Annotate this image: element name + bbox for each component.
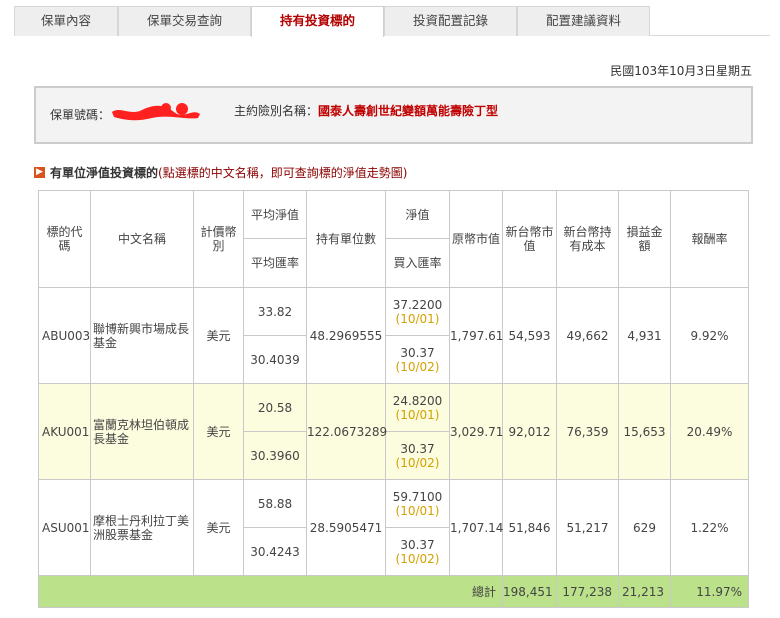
orig-value: 1,797.61	[449, 287, 503, 384]
avg-nav: 58.88	[243, 479, 307, 528]
fx-date: (10/02)	[395, 551, 440, 566]
avg-nav: 20.58	[243, 383, 307, 432]
buy-fx-cell: 30.37 (10/02)	[385, 527, 450, 576]
buy-fx-cell: 30.37 (10/02)	[385, 335, 450, 384]
table-row: ABU003 聯博新興市場成長基金 美元 33.82 48.2969555 37…	[38, 287, 749, 384]
nav-cell: 59.7100 (10/01)	[385, 479, 450, 528]
total-twd-cost: 177,238	[556, 575, 619, 608]
header-orig-value: 原幣市值	[449, 190, 503, 288]
current-date: 民國103年10月3日星期五	[610, 64, 752, 78]
fund-name-link[interactable]: 摩根士丹利拉丁美洲股票基金	[90, 479, 194, 576]
orig-value: 3,029.71	[449, 383, 503, 480]
buy-fx: 30.37	[400, 345, 435, 360]
buy-fx-cell: 30.37 (10/02)	[385, 431, 450, 480]
fund-code: ABU003	[38, 287, 91, 384]
avg-fx: 30.4039	[243, 335, 307, 384]
total-label: 總計	[38, 575, 503, 608]
contract-type-label: 主約險別名稱：	[234, 104, 319, 118]
section-title: ▶ 有單位淨值投資標的 (點選標的中文名稱，即可查詢標的淨值走勢圖)	[34, 164, 407, 181]
avg-fx: 30.3960	[243, 431, 307, 480]
holdings-table: 標的代碼 中文名稱 計價幣別 平均淨值 持有單位數 淨值 原幣市值 新台幣市值 …	[38, 190, 749, 608]
roi: 1.22%	[670, 479, 749, 576]
header-avg-nav: 平均淨值	[243, 190, 307, 239]
section-title-hint: (點選標的中文名稱，即可查詢標的淨值走勢圖)	[158, 166, 408, 180]
nav-cell: 37.2200 (10/01)	[385, 287, 450, 336]
fund-currency: 美元	[193, 479, 244, 576]
header-pl: 損益金額	[618, 190, 671, 288]
fund-currency: 美元	[193, 287, 244, 384]
avg-fx: 30.4243	[243, 527, 307, 576]
header-name: 中文名稱	[90, 190, 194, 288]
header-twd-cost: 新台幣持有成本	[556, 190, 619, 288]
buy-fx: 30.37	[400, 537, 435, 552]
header-avg-fx: 平均匯率	[243, 238, 307, 288]
buy-fx: 30.37	[400, 441, 435, 456]
fx-date: (10/02)	[395, 359, 440, 374]
contract-type-name: 國泰人壽創世紀變額萬能壽險丁型	[318, 104, 499, 118]
roi: 9.92%	[670, 287, 749, 384]
tab-policy-transactions[interactable]: 保單交易查詢	[118, 6, 251, 36]
policy-info-box: 保單號碼： 主約險別名稱：國泰人壽創世紀變額萬能壽險丁型	[34, 86, 753, 144]
orig-value: 1,707.14	[449, 479, 503, 576]
units: 28.5905471	[306, 479, 386, 576]
tab-allocation-records[interactable]: 投資配置記錄	[384, 6, 517, 36]
twd-cost: 76,359	[556, 383, 619, 480]
table-header-row: 標的代碼 中文名稱 計價幣別 平均淨值 持有單位數 淨值 原幣市值 新台幣市值 …	[38, 190, 749, 288]
roi: 20.49%	[670, 383, 749, 480]
twd-cost: 49,662	[556, 287, 619, 384]
nav: 59.7100	[392, 489, 443, 504]
redaction-mark	[112, 103, 200, 121]
fund-name-link[interactable]: 富蘭克林坦伯頓成長基金	[90, 383, 194, 480]
policy-number-label: 保單號碼：	[50, 108, 111, 122]
profit-loss: 4,931	[618, 287, 671, 384]
header-currency: 計價幣別	[193, 190, 244, 288]
fund-code: ASU001	[38, 479, 91, 576]
nav: 37.2200	[392, 297, 443, 312]
profit-loss: 629	[618, 479, 671, 576]
nav-cell: 24.8200 (10/01)	[385, 383, 450, 432]
fund-name-link[interactable]: 聯博新興市場成長基金	[90, 287, 194, 384]
header-roi: 報酬率	[670, 190, 749, 288]
units: 48.2969555	[306, 287, 386, 384]
total-row: 總計 198,451 177,238 21,213 11.97%	[38, 575, 749, 608]
twd-value: 51,846	[502, 479, 557, 576]
total-roi: 11.97%	[670, 575, 749, 608]
nav: 24.8200	[392, 393, 443, 408]
nav-date: (10/01)	[395, 311, 440, 326]
header-units: 持有單位數	[306, 190, 386, 288]
nav-date: (10/01)	[395, 503, 440, 518]
contract-type-field: 主約險別名稱：國泰人壽創世紀變額萬能壽險丁型	[234, 102, 498, 119]
total-twd-value: 198,451	[502, 575, 557, 608]
header-code: 標的代碼	[38, 190, 91, 288]
tab-bar: 保單內容 保單交易查詢 持有投資標的 投資配置記錄 配置建議資料	[14, 6, 770, 37]
tab-policy-content[interactable]: 保單內容	[14, 6, 118, 36]
fund-code: AKU001	[38, 383, 91, 480]
header-nav: 淨值	[385, 190, 450, 239]
avg-nav: 33.82	[243, 287, 307, 336]
section-title-text: 有單位淨值投資標的	[50, 166, 159, 180]
tab-holdings[interactable]: 持有投資標的	[251, 6, 384, 37]
nav-date: (10/01)	[395, 407, 440, 422]
units: 122.0673289	[306, 383, 387, 480]
table-row: AKU001 富蘭克林坦伯頓成長基金 美元 20.58 122.0673289 …	[38, 383, 749, 480]
header-buy-fx: 買入匯率	[385, 238, 450, 288]
twd-value: 92,012	[502, 383, 557, 480]
twd-cost: 51,217	[556, 479, 619, 576]
header-twd-value: 新台幣市值	[502, 190, 557, 288]
twd-value: 54,593	[502, 287, 557, 384]
fx-date: (10/02)	[395, 455, 440, 470]
arrow-right-icon: ▶	[34, 167, 45, 178]
table-row: ASU001 摩根士丹利拉丁美洲股票基金 美元 58.88 28.5905471…	[38, 479, 749, 576]
fund-currency: 美元	[193, 383, 244, 480]
profit-loss: 15,653	[618, 383, 671, 480]
tab-allocation-advice[interactable]: 配置建議資料	[517, 6, 650, 36]
total-pl: 21,213	[618, 575, 671, 608]
